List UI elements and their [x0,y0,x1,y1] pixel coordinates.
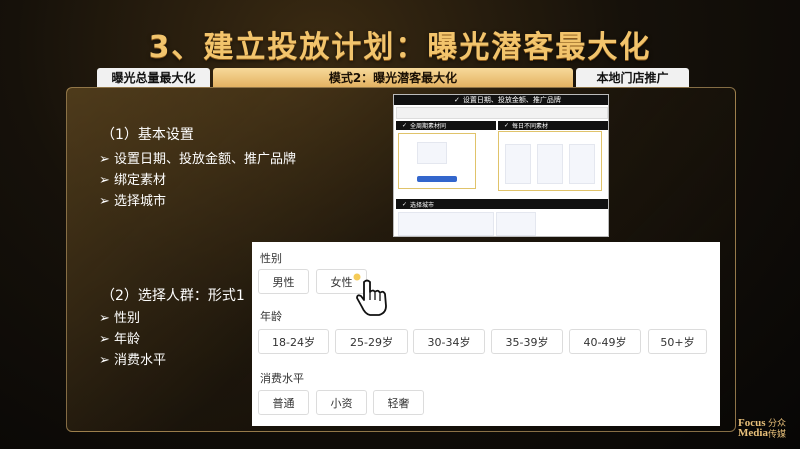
screenshot-row-right: ✓ 每日不同素材 [498,121,608,130]
screenshot-header: ✓ 设置日期、投放金额、推广品牌 [394,95,608,105]
screenshot-city-list [398,212,494,236]
gender-option-male[interactable]: 男性 [258,269,309,294]
tab-exposure-total[interactable]: 曝光总量最大化 [97,68,210,87]
bullet-audience-3: ➢ 消费水平 [99,353,167,368]
audience-targeting-card: 性别 男性 女性 年龄 18-24岁 25-29岁 30-34岁 35-39岁 … [252,242,720,426]
tab-local-store[interactable]: 本地门店推广 [576,68,689,87]
gender-label: 性别 [260,252,282,265]
tab-exposure-prospects[interactable]: 模式2：曝光潜客最大化 [213,68,573,87]
bullet-basic-3: ➢ 选择城市 [99,194,167,209]
consumption-option-petty-bourgeois[interactable]: 小资 [316,390,367,415]
screenshot-city-row: ✓ 选择城市 [396,199,608,209]
age-option-40-49[interactable]: 40-49岁 [569,329,641,354]
screenshot-daily-slot [537,144,563,184]
screenshot-upload-image [417,142,447,164]
age-option-18-24[interactable]: 18-24岁 [258,329,329,354]
bullet-audience-2: ➢ 年龄 [99,332,141,347]
screenshot-row-left: ✓ 全周期素材同 [396,121,496,130]
section-basic-settings-title: （1）基本设置 [101,127,194,143]
bullet-basic-1: ➢ 设置日期、投放金额、推广品牌 [99,152,297,167]
age-option-25-29[interactable]: 25-29岁 [335,329,408,354]
page-title: 3、建立投放计划：曝光潜客最大化 [148,30,652,65]
logo-cn-line: 传媒 [768,430,787,440]
screenshot-city-list [496,212,536,236]
screenshot-upload-button [417,176,457,182]
screenshot-toolbar [396,107,608,119]
age-option-50-plus[interactable]: 50+岁 [648,329,707,354]
section-audience-title: （2）选择人群：形式1 [101,288,245,304]
bullet-text: 绑定素材 [114,173,167,188]
bullet-text: 性别 [114,311,141,326]
screenshot-row-right-text: 每日不同素材 [512,123,549,130]
age-option-30-34[interactable]: 30-34岁 [413,329,485,354]
focus-media-logo: Focus Media [738,418,768,439]
consumption-option-light-luxury[interactable]: 轻奢 [373,390,424,415]
screenshot-daily-card [498,131,602,191]
screenshot-city-text: 选择城市 [410,201,435,209]
settings-screenshot: ✓ 设置日期、投放金额、推广品牌 ✓ 全周期素材同 ✓ 每日不同素材 ✓ 选择城… [393,94,609,237]
focus-media-logo-cn: 分众 传媒 [768,419,786,441]
logo-cn-line: 分众 [768,419,787,429]
age-label: 年龄 [260,310,282,323]
pointer-hand-icon [353,273,387,316]
bullet-basic-2: ➢ 绑定素材 [99,173,167,188]
consumption-label: 消费水平 [260,372,304,385]
screenshot-daily-slot [569,144,595,184]
bullet-text: 设置日期、投放金额、推广品牌 [114,152,297,167]
bullet-text: 消费水平 [114,353,167,368]
bullet-text: 选择城市 [114,194,167,209]
screenshot-upload-card [398,133,476,189]
bullet-audience-1: ➢ 性别 [99,311,141,326]
logo-en-line: Media [738,427,768,439]
screenshot-daily-slot [505,144,531,184]
screenshot-row-left-text: 全周期素材同 [410,123,447,130]
consumption-option-normal[interactable]: 普通 [258,390,309,415]
bullet-text: 年龄 [114,332,141,347]
age-option-35-39[interactable]: 35-39岁 [491,329,563,354]
screenshot-header-text: 设置日期、投放金额、推广品牌 [462,96,561,104]
